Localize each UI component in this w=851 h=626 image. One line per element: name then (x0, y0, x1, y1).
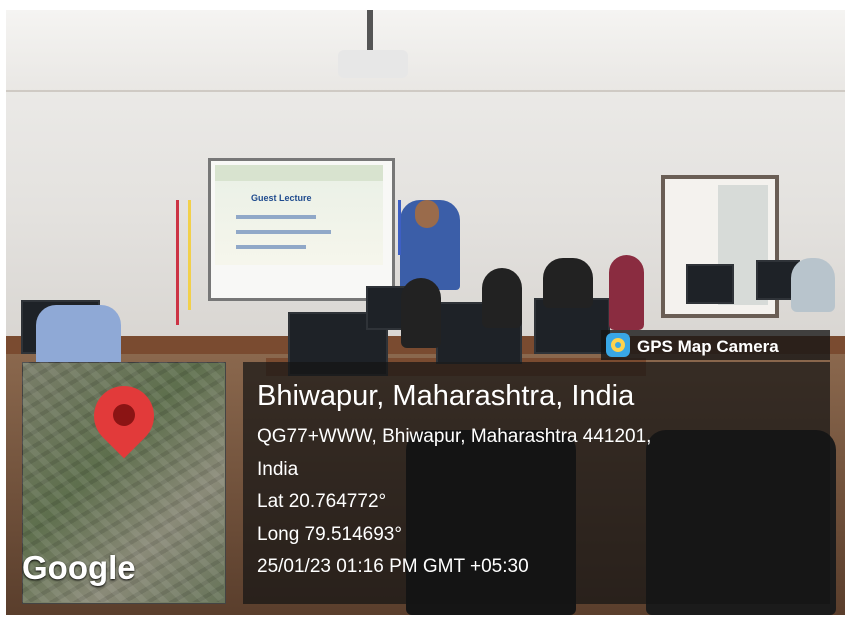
decoration-streamer (398, 200, 401, 255)
address-line-2: India (257, 459, 299, 480)
longitude: Long 79.514693° (257, 524, 402, 545)
student (401, 278, 441, 348)
timestamp: 25/01/23 01:16 PM GMT +05:30 (257, 556, 529, 577)
location-title: Bhiwapur, Maharashtra, India (257, 380, 635, 412)
photo-frame: Guest Lecture Google GPS Map Camera Bhiw… (0, 0, 851, 626)
gps-badge-label: GPS Map Camera (637, 337, 779, 356)
decoration-streamer (176, 200, 179, 325)
ceiling (6, 10, 845, 92)
gps-map-camera-icon (606, 333, 630, 357)
slide-text-line (236, 230, 331, 234)
google-logo: Google (22, 549, 136, 586)
monitor (686, 264, 734, 304)
projector-pole (367, 10, 373, 52)
slide-text-line (236, 245, 306, 249)
projector (338, 50, 408, 78)
slide-title: Guest Lecture (251, 193, 312, 203)
ceiling-line (6, 90, 845, 92)
camera-pin-icon (611, 338, 625, 352)
decoration-streamer (188, 200, 191, 310)
slide-text-line (236, 215, 316, 219)
slide-header (215, 165, 383, 181)
map-marker-dot (113, 404, 135, 426)
student (482, 268, 522, 328)
latitude: Lat 20.764772° (257, 491, 387, 512)
speaker-head (415, 200, 439, 228)
student (543, 258, 593, 308)
address-line-1: QG77+WWW, Bhiwapur, Maharashtra 441201, (257, 426, 652, 447)
student (791, 258, 835, 312)
student (609, 255, 644, 330)
